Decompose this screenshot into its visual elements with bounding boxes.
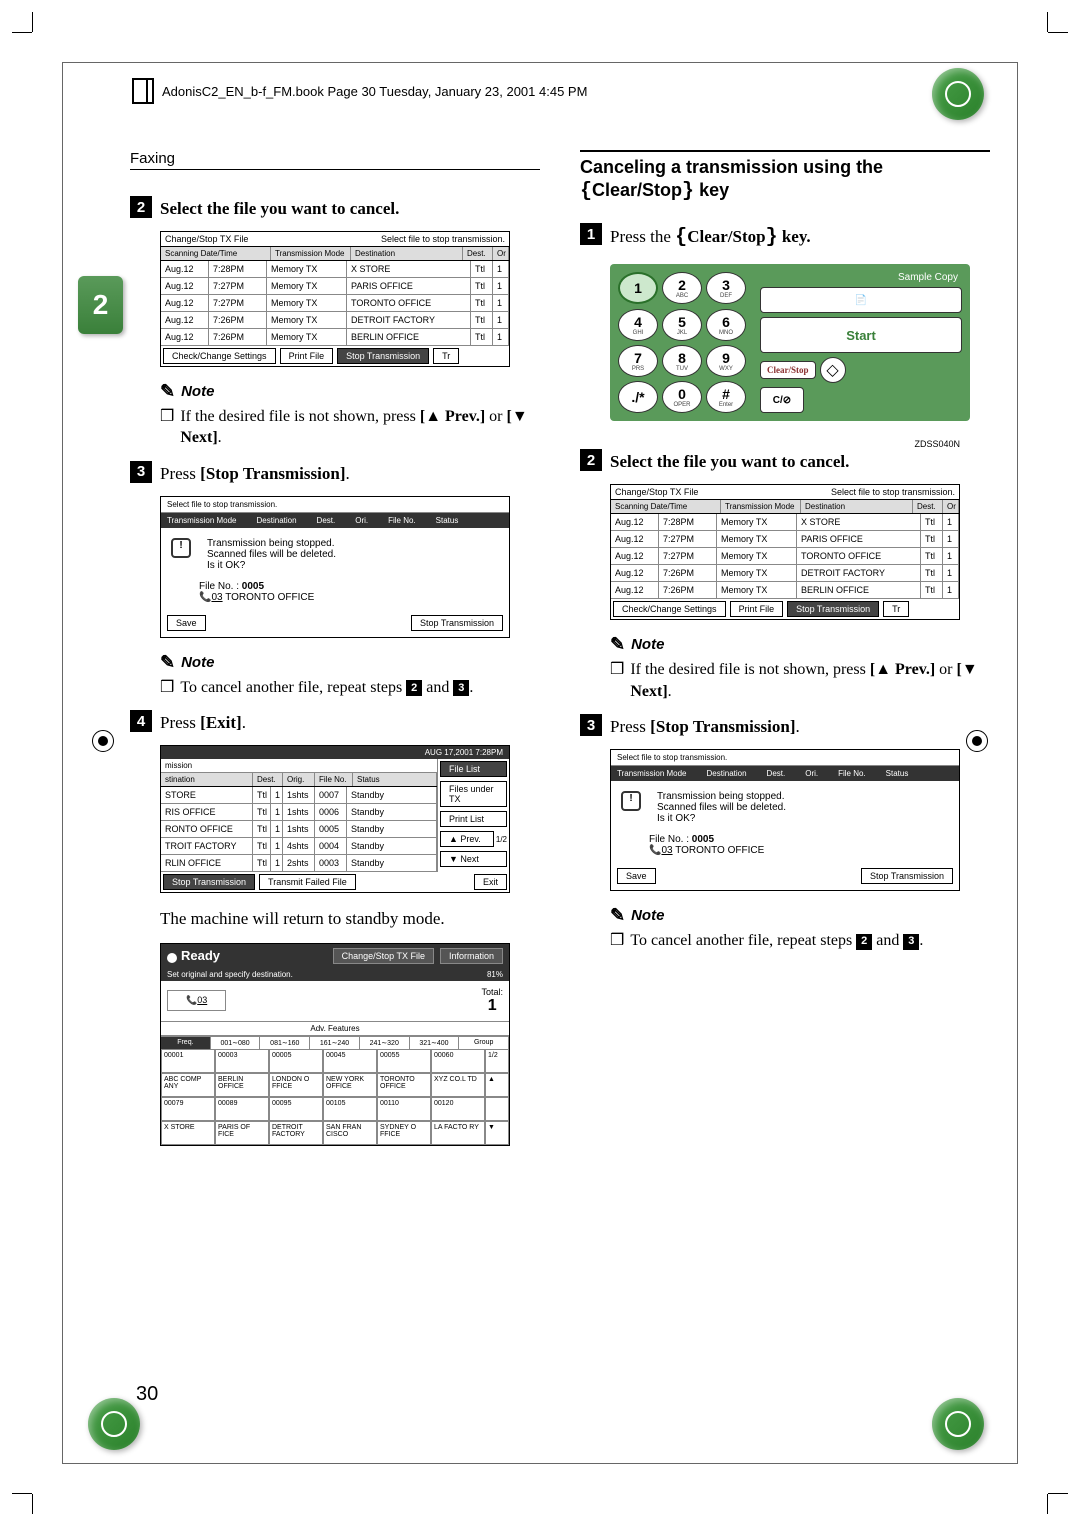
- note-body: ❒ If the desired file is not shown, pres…: [160, 406, 540, 449]
- prev-button[interactable]: ▲ Prev.: [440, 831, 494, 847]
- step-3-badge: 3: [580, 714, 602, 736]
- pencil-icon: [160, 652, 175, 673]
- keypad-caption: ZDSS040N: [580, 439, 960, 449]
- tr-button[interactable]: Tr: [433, 348, 459, 364]
- change-stop-button[interactable]: Change/Stop TX File: [333, 948, 434, 964]
- step-1-badge: 1: [580, 223, 602, 245]
- key-9: 9WXY: [706, 345, 746, 377]
- step-2-badge: 2: [130, 196, 152, 218]
- step-3-text: Press [Stop Transmission].: [610, 714, 800, 739]
- tr-button[interactable]: Tr: [883, 601, 909, 617]
- step-4-badge: 4: [130, 710, 152, 732]
- book-header: AdonisC2_EN_b-f_FM.book Page 30 Tuesday,…: [132, 78, 587, 104]
- step-4-text: Press [Exit].: [160, 710, 246, 735]
- file-list-screenshot: Change/Stop TX FileSelect file to stop t…: [610, 484, 960, 620]
- standby-text: The machine will return to standby mode.: [160, 907, 540, 931]
- note-label: Note: [181, 654, 214, 671]
- check-change-button[interactable]: Check/Change Settings: [613, 601, 726, 617]
- warning-icon: !: [171, 538, 191, 558]
- key-7: 7PRS: [618, 345, 658, 377]
- subsection-title: Canceling a transmission using the {Clea…: [580, 156, 990, 205]
- exit-button[interactable]: Exit: [474, 874, 507, 890]
- confirm-dialog-screenshot: Select file to stop transmission. Transm…: [160, 496, 510, 638]
- note-label: Note: [631, 636, 664, 653]
- print-list-button[interactable]: Print List: [440, 811, 507, 827]
- keypad-illustration: 1 2ABC 3DEF 4GHI 5JKL 6MNO 7PRS 8TUV 9WX…: [610, 264, 970, 421]
- chapter-tab: 2: [78, 276, 123, 334]
- print-file-button[interactable]: Print File: [730, 601, 784, 617]
- ready-screenshot: Ready Change/Stop TX File Information Se…: [160, 943, 510, 1146]
- info-button[interactable]: Information: [440, 948, 503, 964]
- step-3-text: Press [Stop Transmission].: [160, 461, 350, 486]
- stop-transmission-button[interactable]: Stop Transmission: [163, 874, 255, 890]
- key-3: 3DEF: [706, 272, 746, 304]
- pencil-icon: [610, 634, 625, 655]
- note-body: ❒ If the desired file is not shown, pres…: [610, 659, 990, 702]
- save-button[interactable]: Save: [617, 868, 656, 884]
- key-0: 0OPER: [662, 381, 702, 413]
- key-4: 4GHI: [618, 309, 658, 341]
- stop-icon: ◇: [820, 357, 846, 383]
- stop-transmission-button[interactable]: Stop Transmission: [337, 348, 429, 364]
- step-1-text: Press the {Clear/Stop} key.: [610, 223, 811, 252]
- print-file-button[interactable]: Print File: [280, 348, 334, 364]
- transmit-failed-button[interactable]: Transmit Failed File: [259, 874, 356, 890]
- book-icon: [132, 78, 154, 104]
- key-6: 6MNO: [706, 309, 746, 341]
- tx-list-screenshot: AUG 17,2001 7:28PM mission stinationDest…: [160, 745, 510, 893]
- key-hash: #Enter: [706, 381, 746, 413]
- step-2-text: Select the file you want to cancel.: [610, 449, 849, 474]
- key-5: 5JKL: [662, 309, 702, 341]
- book-header-text: AdonisC2_EN_b-f_FM.book Page 30 Tuesday,…: [162, 84, 587, 99]
- start-button: Start: [760, 317, 962, 353]
- stop-transmission-button[interactable]: Stop Transmission: [787, 601, 879, 617]
- warning-icon: !: [621, 791, 641, 811]
- note-label: Note: [181, 383, 214, 400]
- co-button: C/⊘: [760, 387, 804, 413]
- section-header: Faxing: [130, 150, 540, 170]
- note-body: ❒ To cancel another file, repeat steps 2…: [160, 677, 540, 699]
- next-button[interactable]: ▼ Next: [440, 851, 507, 867]
- key-2: 2ABC: [662, 272, 702, 304]
- stop-transmission-button[interactable]: Stop Transmission: [411, 615, 503, 631]
- page-number: 30: [136, 1383, 158, 1406]
- key-8: 8TUV: [662, 345, 702, 377]
- key-1: 1: [618, 272, 658, 304]
- key-star: ./*: [618, 381, 658, 413]
- step-3-badge: 3: [130, 461, 152, 483]
- clear-stop-key: Clear/Stop: [760, 361, 816, 379]
- sample-copy-button: 📄: [760, 287, 962, 313]
- save-button[interactable]: Save: [167, 615, 206, 631]
- pencil-icon: [610, 905, 625, 926]
- step-2-badge: 2: [580, 449, 602, 471]
- files-under-tx-button[interactable]: Files under TX: [440, 781, 507, 807]
- corner-orb-tr: [932, 68, 992, 128]
- file-list-screenshot: Change/Stop TX FileSelect file to stop t…: [160, 231, 510, 367]
- note-body: ❒ To cancel another file, repeat steps 2…: [610, 930, 990, 952]
- check-change-button[interactable]: Check/Change Settings: [163, 348, 276, 364]
- confirm-dialog-screenshot: Select file to stop transmission. Transm…: [610, 749, 960, 891]
- stop-transmission-button[interactable]: Stop Transmission: [861, 868, 953, 884]
- step-2-text: Select the file you want to cancel.: [160, 196, 399, 221]
- note-label: Note: [631, 907, 664, 924]
- file-list-button[interactable]: File List: [440, 761, 507, 777]
- pencil-icon: [160, 381, 175, 402]
